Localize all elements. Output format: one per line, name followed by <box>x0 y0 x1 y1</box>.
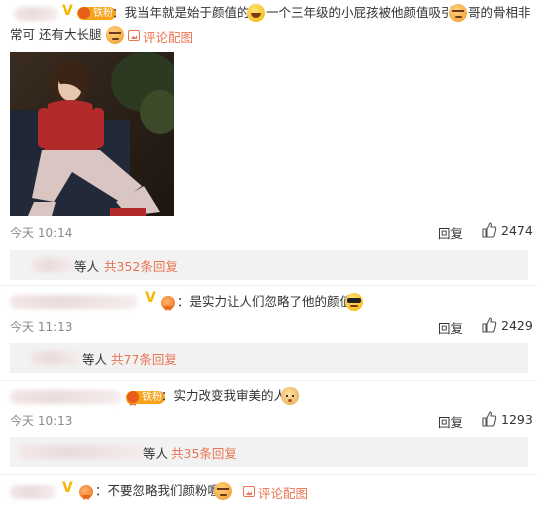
username-blurred[interactable] <box>10 295 138 309</box>
comment-time: 今天 10:13 <box>10 414 73 428</box>
verified-v-icon: V <box>145 290 156 306</box>
medal-icon <box>161 296 175 310</box>
comment-time: 今天 10:14 <box>10 226 73 240</box>
fan-badge[interactable]: 铁粉 <box>126 391 165 404</box>
divider <box>0 285 537 286</box>
thumbs-up-icon[interactable] <box>481 317 497 333</box>
comment-time: 今天 11:13 <box>10 320 73 334</box>
comment-picture-link[interactable]: 评论配图 <box>143 27 193 46</box>
smirk-emoji-icon <box>214 482 232 500</box>
comment-text: 哥的骨相非 <box>468 5 531 20</box>
replies-who: 等人 <box>74 259 100 274</box>
image-icon[interactable] <box>243 486 255 497</box>
username-blurred[interactable] <box>14 7 58 21</box>
replies-summary[interactable]: 等人 共35条回复 <box>10 437 528 467</box>
replies-who: 等人 <box>143 446 169 461</box>
cool-emoji-icon <box>345 293 363 311</box>
reply-button[interactable]: 回复 <box>438 223 463 242</box>
comment-text: 一个三年级的小屁孩被他颜值吸引 <box>266 5 454 20</box>
smirk-emoji-icon <box>106 26 124 44</box>
laugh-emoji-icon <box>247 4 265 22</box>
thumbs-up-icon[interactable] <box>481 222 497 238</box>
replies-total-link[interactable]: 共77条回复 <box>111 349 177 368</box>
username-blurred[interactable] <box>10 390 122 404</box>
like-count: 2429 <box>501 318 533 333</box>
dog-emoji-icon <box>281 387 299 405</box>
reply-button[interactable]: 回复 <box>438 412 463 431</box>
replies-total-link[interactable]: 共352条回复 <box>104 256 178 275</box>
like-count: 2474 <box>501 223 533 238</box>
image-icon[interactable] <box>128 30 140 41</box>
divider <box>0 474 537 475</box>
replies-total-link[interactable]: 共35条回复 <box>171 443 237 462</box>
thumbs-up-icon[interactable] <box>481 411 497 427</box>
comment-text: ：实力改变我审美的人 <box>161 388 287 403</box>
divider <box>0 380 537 381</box>
photo-illustration <box>10 52 174 216</box>
replies-summary[interactable]: 等人 共77条回复 <box>10 343 528 373</box>
replies-summary[interactable]: 等人 共352条回复 <box>10 250 528 280</box>
comment-text: ：不要忽略我们颜粉喔 <box>95 483 221 498</box>
comment-picture-link[interactable]: 评论配图 <box>258 483 308 502</box>
username-blurred[interactable] <box>10 485 56 499</box>
fan-badge-icon <box>78 7 90 19</box>
username-blurred <box>20 445 148 459</box>
comment-text: ：我当年就是始于颜值的 <box>112 5 250 20</box>
username-blurred <box>30 351 82 365</box>
fan-badge[interactable]: 铁粉 <box>77 7 116 20</box>
reply-button[interactable]: 回复 <box>438 318 463 337</box>
comment-photo[interactable] <box>10 52 174 216</box>
verified-v-icon: V <box>62 3 73 19</box>
verified-v-icon: V <box>62 480 73 496</box>
username-blurred <box>32 258 74 272</box>
medal-icon <box>79 485 93 499</box>
like-count: 1293 <box>501 412 533 427</box>
comment-text: 常可 还有大长腿 <box>10 27 102 42</box>
smirk-emoji-icon <box>449 4 467 22</box>
comment-text: ：是实力让人们忽略了他的颜值 <box>177 294 353 309</box>
fan-badge-icon <box>127 391 139 403</box>
replies-who: 等人 <box>82 352 108 367</box>
